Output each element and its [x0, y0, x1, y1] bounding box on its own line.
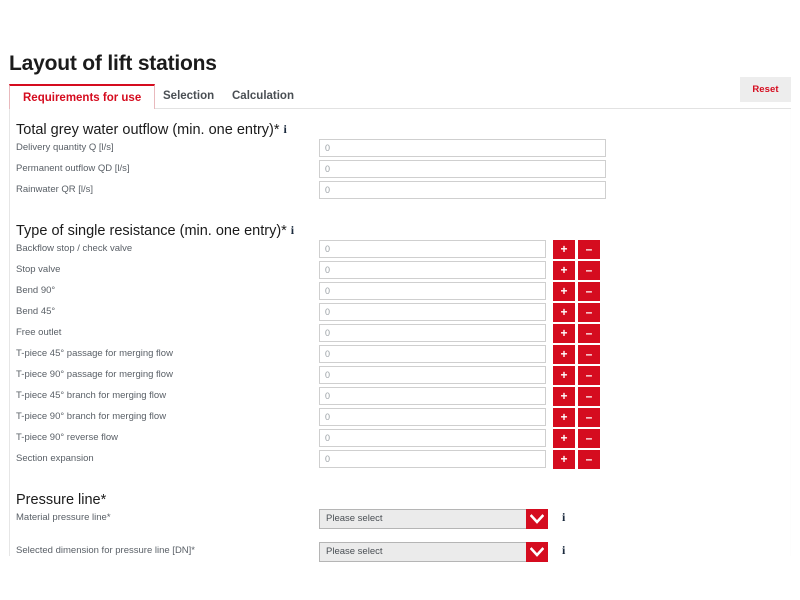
form-row: Free outlet +–: [10, 324, 792, 344]
input-single-resistance-8[interactable]: [319, 408, 546, 426]
increment-button[interactable]: +: [553, 429, 575, 448]
decrement-button[interactable]: –: [578, 261, 600, 280]
decrement-button[interactable]: –: [578, 387, 600, 406]
field-label: Permanent outflow QD [l/s]: [16, 163, 130, 174]
form-row: Selected dimension for pressure line [DN…: [10, 542, 792, 562]
form-row: Stop valve +–: [10, 261, 792, 281]
select-value: Please select: [326, 546, 383, 557]
field-label: Delivery quantity Q [l/s]: [16, 142, 114, 153]
field-label: Stop valve: [16, 264, 61, 275]
decrement-button[interactable]: –: [578, 408, 600, 427]
select-pressure-line-0[interactable]: Please select: [319, 509, 548, 529]
tab-selection[interactable]: Selection: [150, 84, 227, 109]
increment-button[interactable]: +: [553, 366, 575, 385]
field-label: Material pressure line*: [16, 512, 111, 523]
field-label: Bend 90°: [16, 285, 56, 296]
form-row: T-piece 45° passage for merging flow +–: [10, 345, 792, 365]
input-single-resistance-6[interactable]: [319, 366, 546, 384]
input-single-resistance-1[interactable]: [319, 261, 546, 279]
section-heading-pressure-line: Pressure line*: [16, 492, 106, 508]
input-grey-water-outflow-2[interactable]: [319, 181, 606, 199]
chevron-down-icon: [530, 547, 544, 557]
input-grey-water-outflow-1[interactable]: [319, 160, 606, 178]
decrement-button[interactable]: –: [578, 345, 600, 364]
info-icon[interactable]: i: [291, 223, 294, 238]
form-row: Backflow stop / check valve +–: [10, 240, 792, 260]
reset-button[interactable]: Reset: [740, 77, 791, 102]
info-icon[interactable]: i: [284, 122, 287, 137]
tab-calculation[interactable]: Calculation: [219, 84, 307, 109]
section-heading-label: Pressure line*: [16, 492, 107, 508]
decrement-button[interactable]: –: [578, 366, 600, 385]
decrement-button[interactable]: –: [578, 240, 600, 259]
input-single-resistance-0[interactable]: [319, 240, 546, 258]
input-single-resistance-4[interactable]: [319, 324, 546, 342]
increment-button[interactable]: +: [553, 261, 575, 280]
increment-button[interactable]: +: [553, 240, 575, 259]
field-label: T-piece 45° passage for merging flow: [16, 348, 173, 359]
input-single-resistance-2[interactable]: [319, 282, 546, 300]
input-grey-water-outflow-0[interactable]: [319, 139, 606, 157]
form-row: Section expansion +–: [10, 450, 792, 470]
field-label: Bend 45°: [16, 306, 56, 317]
decrement-button[interactable]: –: [578, 303, 600, 322]
chevron-down-icon: [530, 514, 544, 524]
decrement-button[interactable]: –: [578, 429, 600, 448]
form-row: T-piece 45° branch for merging flow +–: [10, 387, 792, 407]
increment-button[interactable]: +: [553, 408, 575, 427]
info-icon[interactable]: i: [562, 543, 565, 558]
section-heading-grey-water-outflow: Total grey water outflow (min. one entry…: [16, 122, 287, 138]
increment-button[interactable]: +: [553, 324, 575, 343]
input-single-resistance-10[interactable]: [319, 450, 546, 468]
form-row: Material pressure line* Please select i: [10, 509, 792, 529]
tab-bar: Requirements for use Selection Calculati…: [9, 84, 791, 110]
app-root: Layout of lift stations Requirements for…: [0, 0, 800, 600]
page-title: Layout of lift stations: [9, 52, 217, 76]
info-icon[interactable]: i: [562, 510, 565, 525]
form-row: T-piece 90° passage for merging flow +–: [10, 366, 792, 386]
select-value: Please select: [326, 513, 383, 524]
form-row: Delivery quantity Q [l/s]: [10, 139, 792, 159]
tab-requirements-for-use[interactable]: Requirements for use: [9, 84, 156, 110]
form-panel: Total grey water outflow (min. one entry…: [9, 109, 792, 562]
increment-button[interactable]: +: [553, 282, 575, 301]
field-label: T-piece 90° passage for merging flow: [16, 369, 173, 380]
form-row: T-piece 90° branch for merging flow +–: [10, 408, 792, 428]
decrement-button[interactable]: –: [578, 282, 600, 301]
input-single-resistance-5[interactable]: [319, 345, 546, 363]
field-label: Section expansion: [16, 453, 94, 464]
increment-button[interactable]: +: [553, 450, 575, 469]
decrement-button[interactable]: –: [578, 324, 600, 343]
input-single-resistance-3[interactable]: [319, 303, 546, 321]
select-dropdown-toggle[interactable]: [526, 509, 548, 529]
field-label: Backflow stop / check valve: [16, 243, 133, 254]
section-heading-single-resistance: Type of single resistance (min. one entr…: [16, 223, 294, 239]
field-label: T-piece 45° branch for merging flow: [16, 390, 167, 401]
field-label: Selected dimension for pressure line [DN…: [16, 545, 196, 556]
form-row: Bend 90° +–: [10, 282, 792, 302]
field-label: T-piece 90° reverse flow: [16, 432, 119, 443]
field-label: Rainwater QR [l/s]: [16, 184, 94, 195]
form-row: Rainwater QR [l/s]: [10, 181, 792, 201]
form-row: T-piece 90° reverse flow +–: [10, 429, 792, 449]
decrement-button[interactable]: –: [578, 450, 600, 469]
select-pressure-line-1[interactable]: Please select: [319, 542, 548, 562]
increment-button[interactable]: +: [553, 303, 575, 322]
form-row: Bend 45° +–: [10, 303, 792, 323]
select-dropdown-toggle[interactable]: [526, 542, 548, 562]
section-heading-label: Type of single resistance (min. one entr…: [16, 223, 287, 239]
field-label: Free outlet: [16, 327, 62, 338]
input-single-resistance-7[interactable]: [319, 387, 546, 405]
increment-button[interactable]: +: [553, 387, 575, 406]
section-heading-label: Total grey water outflow (min. one entry…: [16, 122, 280, 138]
form-row: Permanent outflow QD [l/s]: [10, 160, 792, 180]
increment-button[interactable]: +: [553, 345, 575, 364]
field-label: T-piece 90° branch for merging flow: [16, 411, 167, 422]
input-single-resistance-9[interactable]: [319, 429, 546, 447]
